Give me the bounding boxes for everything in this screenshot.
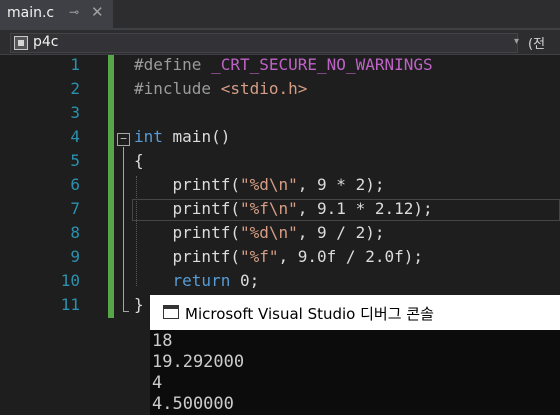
navigation-bar: p4c ▾ (전 <box>0 30 560 55</box>
line-number: 2 <box>70 79 80 98</box>
code-line: #include <stdio.h> <box>134 79 307 98</box>
preprocessor-directive: #define <box>134 55 202 74</box>
console-output-line: 4.500000 <box>152 394 234 414</box>
console-output-line: 19.292000 <box>152 352 245 372</box>
code-line: printf("%d\n", 9 * 2); <box>134 175 385 194</box>
line-number: 1 <box>70 55 80 74</box>
return-value: 0; <box>230 271 260 290</box>
project-dropdown[interactable]: p4c ▾ <box>10 33 519 53</box>
close-brace: } <box>134 295 144 314</box>
preprocessor-directive: #include <box>134 79 212 98</box>
line-number: 7 <box>70 199 80 218</box>
function-signature: main() <box>162 127 231 146</box>
string-literal: "%d\n" <box>239 223 298 242</box>
call-args: , 9 * 2); <box>297 175 385 194</box>
keyword: return <box>134 271 231 290</box>
code-line: #define _CRT_SECURE_NO_WARNINGS <box>134 55 433 74</box>
function-call: printf( <box>134 223 240 242</box>
scope-dropdown[interactable]: (전 <box>528 33 545 52</box>
change-tracking-bar <box>108 55 114 318</box>
tab-title: main.c <box>7 5 55 21</box>
pin-icon[interactable]: ⊸ <box>69 5 79 19</box>
line-number: 11 <box>60 295 80 314</box>
console-title-bar[interactable]: Microsoft Visual Studio 디버그 콘솔 <box>150 295 560 330</box>
code-line: printf("%f\n", 9.1 * 2.12); <box>134 199 433 218</box>
function-call: printf( <box>134 199 240 218</box>
chevron-down-icon[interactable]: ▾ <box>514 36 519 47</box>
console-window-icon <box>163 305 179 319</box>
string-literal: "%d\n" <box>239 175 298 194</box>
collapse-icon[interactable]: − <box>117 133 130 146</box>
code-line: { <box>134 151 144 170</box>
code-line: printf("%d\n", 9 / 2); <box>134 223 385 242</box>
call-args: , 9.0f / 2.0f); <box>278 247 424 266</box>
open-brace: { <box>134 151 144 170</box>
call-args: , 9.1 * 2.12); <box>297 199 433 218</box>
fold-region-end <box>123 311 129 312</box>
line-number: 6 <box>70 175 80 194</box>
project-name: p4c <box>33 34 59 50</box>
debug-console-window[interactable]: Microsoft Visual Studio 디버그 콘솔 18 19.292… <box>150 295 560 415</box>
line-number: 3 <box>70 103 80 122</box>
include-header: <stdio.h> <box>220 79 308 98</box>
line-number: 4 <box>70 127 80 146</box>
keyword: int <box>134 127 163 146</box>
line-number: 9 <box>70 247 80 266</box>
fold-region-line <box>123 147 124 312</box>
code-line: return 0; <box>134 271 260 290</box>
tab-main-c[interactable]: main.c ⊸ ✕ <box>0 0 113 28</box>
line-number-gutter: 1 2 3 4 5 6 7 8 9 10 11 <box>0 55 108 415</box>
line-number: 10 <box>60 271 80 290</box>
line-number: 8 <box>70 223 80 242</box>
console-output-line: 18 <box>152 331 173 351</box>
project-icon <box>14 36 28 50</box>
document-tab-bar: main.c ⊸ ✕ <box>0 0 560 30</box>
close-icon[interactable]: ✕ <box>91 3 104 21</box>
line-number: 5 <box>70 151 80 170</box>
call-args: , 9 / 2); <box>297 223 385 242</box>
macro-name: _CRT_SECURE_NO_WARNINGS <box>211 55 433 74</box>
code-line: int main() <box>134 127 230 146</box>
code-line: printf("%f", 9.0f / 2.0f); <box>134 247 423 266</box>
console-output-line: 4 <box>152 373 163 393</box>
string-literal: "%f" <box>239 247 279 266</box>
code-line: } <box>134 295 144 314</box>
function-call: printf( <box>134 175 240 194</box>
console-title: Microsoft Visual Studio 디버그 콘솔 <box>185 305 434 323</box>
string-literal: "%f\n" <box>239 199 298 218</box>
function-call: printf( <box>134 247 240 266</box>
